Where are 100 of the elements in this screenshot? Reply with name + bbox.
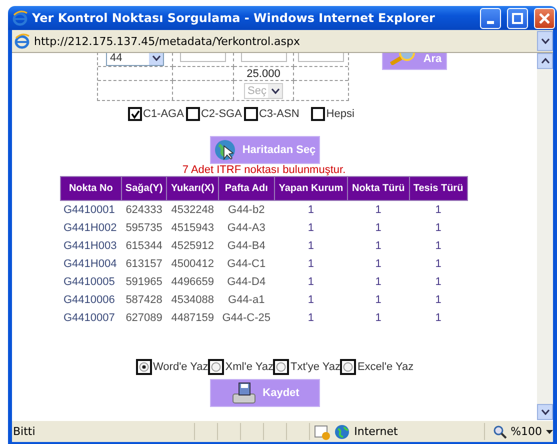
table-cell-text: 4534088 xyxy=(170,293,216,308)
point-link[interactable]: G441H003 xyxy=(60,237,122,255)
table-cell-text: 1 xyxy=(306,275,316,290)
maximize-button[interactable] xyxy=(507,8,528,28)
window-title: Yer Kontrol Noktası Sorgulama - Windows Internet Explorer xyxy=(32,11,436,25)
sheet-select[interactable]: 44 xyxy=(106,53,164,66)
point-link[interactable]: G4410006 xyxy=(60,291,122,309)
table-cell-text: 587428 xyxy=(124,293,164,308)
zoom-level[interactable]: %100 xyxy=(510,425,542,438)
table-cell-text: 595735 xyxy=(124,221,164,236)
table-cell-text: 1 xyxy=(374,257,382,272)
table-cell-text: 591965 xyxy=(124,275,164,290)
checkbox-label: C1-AGA xyxy=(143,108,184,120)
warning-icon xyxy=(314,424,330,440)
dropdown-button[interactable] xyxy=(537,31,553,51)
result-message: 7 Adet ITRF noktası bulunmuştur. xyxy=(181,165,347,176)
table-cell-text: 1 xyxy=(374,275,382,290)
table-cell-text: 1 xyxy=(434,293,442,308)
chevron-down-icon xyxy=(270,88,280,94)
table-cell-text: 1 xyxy=(434,275,442,290)
checkbox-label: C3-ASN xyxy=(258,108,300,120)
table-cell-text: G44-B4 xyxy=(226,239,266,254)
radio-label: Txt'ye Yaz xyxy=(290,361,340,373)
column-header: Yapan Kurum xyxy=(274,176,348,200)
globe-icon xyxy=(334,424,350,440)
point-link[interactable]: G441H002 xyxy=(60,219,122,237)
table-cell-text: 1 xyxy=(434,221,442,236)
table-cell-text: 4496659 xyxy=(170,275,216,290)
radio-label: Excel'e Yaz xyxy=(357,361,414,373)
column-header: Tesis Türü xyxy=(409,176,468,200)
checkbox[interactable] xyxy=(311,107,326,121)
table-cell-text: 4525912 xyxy=(170,239,216,254)
column-header: Yukarı(X) xyxy=(166,176,218,200)
table-cell-text: 1 xyxy=(374,239,382,254)
point-link[interactable]: G4410001 xyxy=(60,200,122,219)
table-cell-text: 627089 xyxy=(124,311,164,326)
scroll-up-button[interactable] xyxy=(537,53,553,69)
zoom-icon xyxy=(492,424,507,438)
chevron-down-icon xyxy=(540,38,550,44)
table-cell-text: 1 xyxy=(434,311,442,326)
close-icon xyxy=(539,12,550,24)
table-cell: 4532248 xyxy=(166,200,218,219)
maximize-icon xyxy=(512,12,523,24)
radio-label: Word'e Yaz xyxy=(153,361,208,373)
table-cell-text: G44-D4 xyxy=(226,275,267,290)
table-cell-text: 1 xyxy=(374,293,382,308)
point-link[interactable]: G4410005 xyxy=(60,273,122,291)
browser-logo-icon xyxy=(12,10,28,26)
radio-button[interactable] xyxy=(276,362,286,372)
table-cell-text: 613157 xyxy=(124,257,164,272)
table-cell: 1 xyxy=(348,200,410,219)
zone-label: Internet xyxy=(354,425,398,438)
table-cell-text: 1 xyxy=(434,257,442,272)
table-cell-text: 615344 xyxy=(124,239,164,254)
caret-icon[interactable] xyxy=(546,430,554,434)
chevron-down-icon xyxy=(152,55,160,61)
disk-drive-icon xyxy=(230,381,257,405)
table-cell-text: 4500412 xyxy=(170,257,216,272)
radio-button[interactable] xyxy=(343,362,354,372)
page-icon xyxy=(14,33,30,49)
point-link[interactable]: G441H004 xyxy=(60,255,122,273)
minimize-button[interactable] xyxy=(480,8,501,28)
checkbox[interactable] xyxy=(244,107,258,121)
table-cell: 624333 xyxy=(121,200,167,219)
column-header: Nokta No xyxy=(60,176,122,200)
table-cell-text: 1 xyxy=(306,293,316,308)
minimize-icon xyxy=(487,20,494,24)
checkbox-label: C2-SGA xyxy=(200,108,242,120)
radio-button[interactable] xyxy=(211,362,222,372)
table-cell-text: 1 xyxy=(306,221,316,236)
close-button[interactable] xyxy=(534,8,555,28)
table-cell-text: 4515943 xyxy=(170,221,216,236)
table-cell-text: 4487159 xyxy=(170,311,216,326)
table-cell: 1 xyxy=(274,200,348,219)
checkbox[interactable] xyxy=(128,107,142,121)
table-cell-text: G44-a1 xyxy=(227,293,266,308)
scale-value: 25.000 xyxy=(246,68,280,80)
status-text: Bitti xyxy=(12,425,36,438)
point-link[interactable]: G4410007 xyxy=(60,309,122,327)
column-header: Nokta Türü xyxy=(348,176,410,200)
table-cell-text: 1 xyxy=(374,221,382,236)
table-cell-text: 1 xyxy=(306,239,316,254)
globe-cursor-icon xyxy=(214,139,236,161)
table-cell-text: G44-A3 xyxy=(226,221,266,236)
checkbox-label: Hepsi xyxy=(326,108,354,120)
table-cell: 1 xyxy=(409,200,468,219)
table-cell-text: 1 xyxy=(434,239,442,254)
check-icon xyxy=(130,110,140,118)
checkbox[interactable] xyxy=(186,107,200,121)
table-cell: G44-b2 xyxy=(218,200,274,219)
radio-button[interactable] xyxy=(139,362,149,372)
scale-select: Seç xyxy=(244,82,284,98)
column-header: Sağa(Y) xyxy=(121,176,167,200)
table-cell-text: 1 xyxy=(306,257,316,272)
table-cell-text: 1 xyxy=(374,311,382,326)
scroll-down-button[interactable] xyxy=(537,404,553,420)
chevron-up-icon xyxy=(540,58,550,64)
table-cell-text: G44-C1 xyxy=(226,257,267,272)
column-header: Pafta Adı xyxy=(218,176,274,200)
table-cell-text: 1 xyxy=(306,311,316,326)
